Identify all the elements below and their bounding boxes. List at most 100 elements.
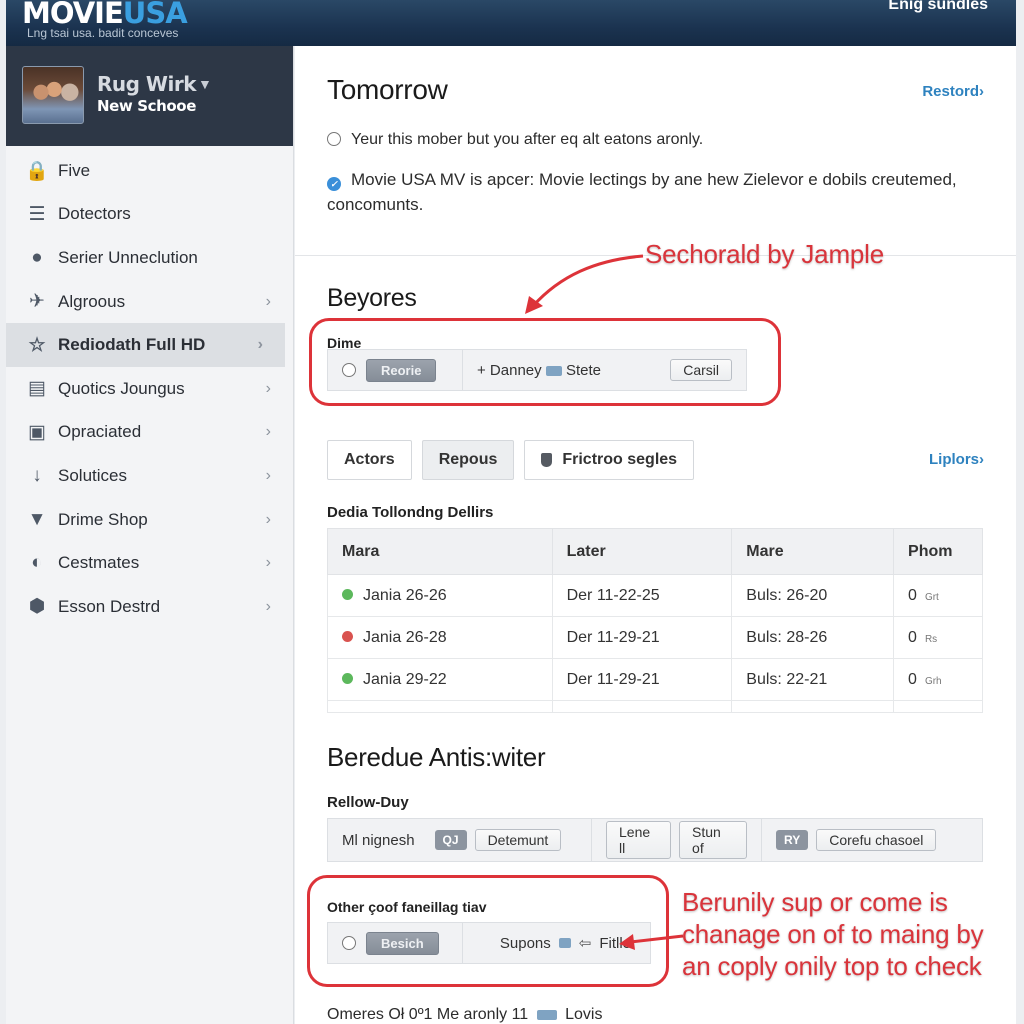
tag-ry[interactable]: RY (776, 830, 809, 850)
top-header: MOVIEUSA Lng tsai usa. badit conceves En… (6, 0, 1016, 46)
row-name: Jania 26-26 (363, 586, 447, 604)
footer-line: Omeres Oł 0º1 Me aronly 11 Lovis (327, 1006, 602, 1024)
lene-button[interactable]: Lene ll (606, 821, 672, 859)
table-caption: Dedia Tollondng Dellirs (327, 504, 494, 521)
sidebar-item-dotectors[interactable]: ☰ Dotectors (6, 193, 293, 237)
chevron-right-icon: › (265, 466, 271, 484)
profile-card[interactable]: Rug Wirk ▼ New Schooe (6, 46, 293, 146)
sidebar-item-solutices[interactable]: ↓ Solutices › (6, 454, 293, 498)
avatar[interactable] (22, 66, 84, 124)
sidebar-item-rediodath-full-hd[interactable]: ☆ Rediodath Full HD › (6, 323, 285, 367)
sidebar-item-five[interactable]: 🔒 Five (6, 149, 293, 193)
restore-link[interactable]: Restord› (922, 83, 984, 100)
sidebar-item-label: Cestmates (58, 553, 140, 573)
radio-button[interactable] (327, 132, 341, 146)
cell-later: Der 11-29-21 (551, 658, 733, 701)
phom-unit: Grt (924, 591, 939, 603)
table-header-row: Mara Later Mare Phom (327, 528, 983, 575)
reorie-button[interactable]: Reorie (366, 358, 437, 382)
tab-frictroo-segles[interactable]: Frictroo segles (524, 440, 695, 480)
corefu-chasoel-button[interactable]: Corefu chasoel (816, 829, 937, 851)
sidebar-item-opraciated[interactable]: ▣ Opraciated › (6, 411, 293, 455)
footer-link[interactable]: Lovis (565, 1006, 602, 1023)
bar-cell: Lene ll Stun of (592, 819, 762, 861)
sidebar-item-esson-destrd[interactable]: ⬢ Esson Destrd › (6, 585, 293, 629)
profile-name: Rug Wirk (97, 72, 197, 96)
row-name: Jania 29-22 (363, 670, 447, 688)
option-row-1[interactable]: Yeur this mober but you after eq alt eat… (327, 131, 703, 149)
circle-icon: ● (31, 246, 43, 268)
radio-button[interactable] (342, 936, 356, 950)
table-row[interactable]: Jania 26-26 Der 11-22-25 Buls: 26-20 0 Grt (327, 574, 983, 617)
add-suffix: Stete (565, 361, 602, 379)
column-header[interactable]: Mare (731, 528, 895, 575)
option-row-2[interactable]: ✓ Movie USA MV is apcer: Movie lectings b… (327, 170, 957, 191)
sidebar-item-serier-unneclution[interactable]: ● Serier Unneclution (6, 236, 293, 280)
chevron-right-icon: › (265, 292, 271, 310)
option-1-label: Yeur this mober but you after eq alt eat… (351, 131, 704, 148)
card-icon (545, 365, 562, 376)
bar-cell-label: Ml nignesh (342, 831, 415, 849)
section-title-beredue: Beredue Antis:witer (327, 742, 546, 772)
liplors-link[interactable]: Liplors› (929, 451, 984, 468)
bar-cell: Besich (328, 923, 463, 963)
shield-icon: ⬢ (28, 596, 46, 618)
tab-repous[interactable]: Repous (421, 440, 515, 480)
filter-bar-2: Ml nignesh QJ Detemunt Lene ll Stun of R… (327, 818, 983, 862)
sidebar-item-drime-shop[interactable]: ▼ Drime Shop › (6, 498, 293, 542)
sidebar-item-cestmates[interactable]: ◐ Cestmates › (6, 541, 293, 585)
chevron-right-icon: › (265, 510, 271, 528)
check-icon[interactable]: ✓ (327, 177, 341, 191)
tab-label: Frictroo segles (562, 451, 678, 468)
filter-bar-1: Reorie + Danney Stete Carsil (327, 349, 747, 391)
star-icon: ☆ (28, 334, 46, 356)
grid-icon (558, 938, 571, 948)
status-red-icon (342, 630, 353, 642)
annotation-line: Berunily sup or come is (682, 887, 948, 917)
cell-name: Jania 26-26 (327, 574, 553, 617)
cancel-button[interactable]: Carsil (670, 359, 732, 381)
column-header[interactable]: Mara (327, 528, 553, 575)
phom-unit: Rs (924, 633, 938, 645)
sidebar-item-algroous[interactable]: ✈ Algroous › (6, 280, 293, 324)
besich-button[interactable]: Besich (366, 931, 439, 955)
bar-cell: RY Corefu chasoel (762, 819, 982, 861)
tab-label: Actors (344, 451, 395, 468)
bar-cell: Reorie (328, 350, 463, 390)
chevron-right-icon: › (265, 597, 271, 615)
column-header[interactable]: Phom (893, 528, 983, 575)
filter-bar-3: Besich Supons ⇦ Fitller (327, 922, 651, 964)
sidebar-item-label: Esson Destrd (58, 596, 161, 616)
caret-down-icon[interactable]: ▼ (198, 76, 212, 92)
cell-mare: Buls: 22-21 (731, 658, 895, 701)
option-2-continuation: concomunts. (327, 195, 424, 214)
add-danney-button[interactable]: + Danney Stete (477, 362, 601, 379)
header-menu-link[interactable]: Enig sundles (888, 0, 988, 14)
detemunt-button[interactable]: Detemunt (474, 829, 562, 851)
empty-cell (731, 700, 895, 713)
tab-actors[interactable]: Actors (327, 440, 412, 480)
table-row[interactable]: Jania 29-22 Der 11-29-21 Buls: 22-21 0 Grh (327, 658, 983, 701)
empty-cell (551, 700, 733, 713)
footer-text: Omeres Oł 0º1 Me aronly 11 (327, 1006, 529, 1023)
filter-icon: ▼ (27, 508, 47, 530)
annotation-line: an coply onily top to check (682, 951, 982, 981)
sidebar-item-quotics-joungus[interactable]: ▤ Quotics Joungus › (6, 367, 293, 411)
supons-label: Supons (499, 934, 551, 952)
sidebar-item-label: Five (58, 160, 91, 180)
clipboard-icon: ▤ (28, 378, 46, 400)
radio-button[interactable] (342, 363, 356, 377)
tag-qj[interactable]: QJ (434, 830, 467, 850)
stun-of-button[interactable]: Stun of (679, 821, 747, 859)
tab-bar: Actors Repous Frictroo segles (327, 440, 695, 480)
back-arrow-icon: ⇦ (578, 935, 592, 952)
empty-cell (327, 700, 553, 713)
annotation-label-2: Berunily sup or come is chanage on of to… (682, 886, 984, 982)
cell-mare: Buls: 26-20 (731, 574, 895, 617)
annotation-line: chanage on of to maing by (682, 919, 984, 949)
status-green-icon (342, 672, 353, 684)
column-header[interactable]: Later (551, 528, 733, 575)
chevron-right-icon: › (257, 336, 263, 354)
list-icon: ☰ (28, 203, 46, 225)
table-row[interactable]: Jania 26-28 Der 11-29-21 Buls: 28-26 0 Rs (327, 616, 983, 659)
